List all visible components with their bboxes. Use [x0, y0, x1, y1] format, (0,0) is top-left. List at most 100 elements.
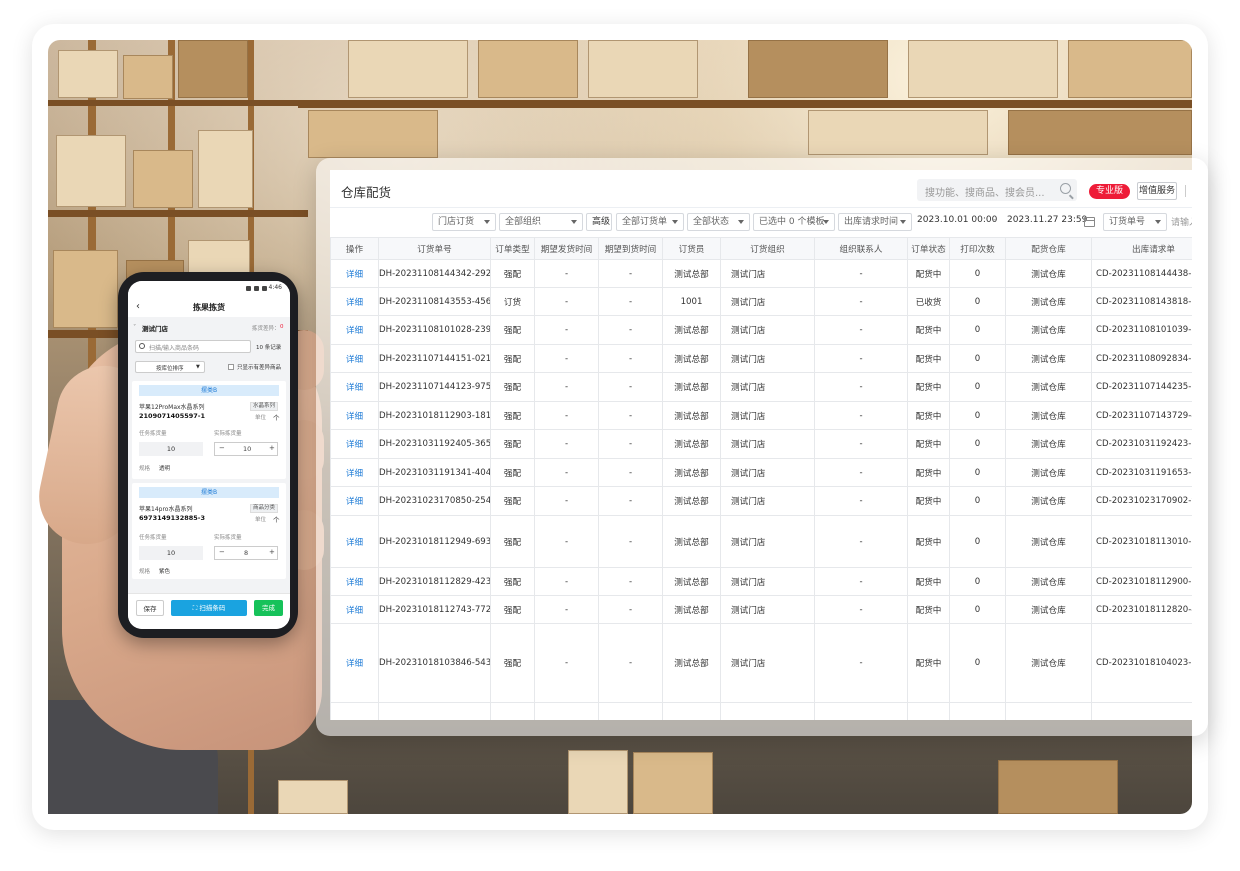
minus-button[interactable]: − [219, 548, 225, 556]
status-select[interactable]: 全部状态 [687, 213, 750, 231]
cell-org: 测试门店 [720, 595, 815, 624]
product-name: 苹果12ProMax水晶系列 [139, 404, 205, 411]
barcode: 2109071405597-1 [139, 412, 206, 420]
only-diff-label: 只显示有差异商品 [237, 365, 282, 371]
cell-no: DH-20231018112743-772 [378, 595, 491, 624]
only-diff-checkbox[interactable] [228, 364, 234, 370]
wifi-icon [246, 286, 251, 291]
cell-status: 配货中 [907, 372, 950, 402]
actual-qty[interactable]: 8 [244, 549, 248, 557]
order-table: 操作 订货单号 订单类型 期望发货时间 期望到货时间 订货员 订货组织 组织联系… [330, 237, 1192, 720]
save-button[interactable]: 保存 [136, 600, 164, 616]
cell-print: 0 [949, 567, 1006, 596]
cell-wh: 测试仓库 [1005, 567, 1092, 596]
plus-button[interactable]: + [269, 444, 275, 452]
template-select[interactable]: 已选中 0 个模板 [753, 213, 835, 231]
cell-print: 0 [949, 623, 1006, 703]
status-time: 4:46 [268, 284, 282, 291]
cell-arrive: - [598, 259, 663, 288]
cell-ship: - [534, 515, 599, 568]
cell-type: 强配 [490, 344, 535, 373]
advanced-button[interactable]: 高级 [586, 213, 612, 231]
org-select[interactable]: 全部组织 [499, 213, 583, 231]
cell-no: DH-20231018112829-423 [378, 567, 491, 596]
scan-barcode-button[interactable]: ⛶ 扫描条码 [171, 600, 247, 616]
plus-button[interactable]: + [269, 548, 275, 556]
zone-tag: 摆类B [139, 487, 279, 498]
status-bar: 4:46 [128, 281, 290, 297]
cell-org: 测试门店 [720, 287, 815, 316]
page-title: 拣果拣货 [193, 303, 225, 312]
detail-link[interactable]: 详细 [346, 383, 363, 393]
collapse-chevron-icon[interactable]: ˅ [133, 323, 136, 331]
table-row: 详细 DH-20231018112903-181 强配 - - 测试总部 测试门店 - 配货中 0… [330, 401, 1192, 430]
table-row: 详细 DH-20231108144342-292 强配 - - 测试总部 测试门店 - 配货中 0… [330, 259, 1192, 288]
cell-req: CD-20231018112900-742 [1091, 567, 1192, 596]
cell-no: DH-20231107144123-975 [378, 372, 491, 402]
zone-tag: 摆类B [139, 385, 279, 396]
cell-org: 测试门店 [720, 623, 815, 703]
request-time-select[interactable]: 出库请求时间 [838, 213, 912, 231]
actual-qty[interactable]: 10 [243, 445, 251, 453]
cell-type: 强配 [490, 259, 535, 288]
cell-ship: - [534, 429, 599, 459]
battery-icon [262, 286, 267, 291]
detail-link[interactable]: 详细 [346, 298, 363, 308]
chevron-down-icon [1155, 220, 1161, 224]
cell-no: DH-20231108101028-239 [378, 315, 491, 345]
cell-print: 0 [949, 287, 1006, 316]
barcode-search-input[interactable]: 扫描/输入商品条码 [135, 340, 251, 353]
cell-wh: 测试仓库 [1005, 315, 1092, 345]
chevron-down-icon [672, 220, 678, 224]
detail-link[interactable]: 详细 [346, 412, 363, 422]
calendar-icon[interactable] [1084, 217, 1095, 227]
detail-link[interactable]: 详细 [346, 355, 363, 365]
table-row: 详细 DH-20231107144151-021 强配 - - 测试总部 测试门店 - 配货中 0… [330, 344, 1192, 373]
cell-ship: - [534, 259, 599, 288]
value-added-button[interactable]: 增值服务 [1137, 182, 1177, 200]
minus-button[interactable]: − [219, 444, 225, 452]
cell-print: 0 [949, 458, 1006, 487]
cell-status: 配货中 [907, 486, 950, 516]
cell-ship: - [534, 623, 599, 703]
cell-wh: 测试仓库 [1005, 458, 1092, 487]
cell-wh: 测试仓库 [1005, 372, 1092, 402]
detail-link[interactable]: 详细 [346, 469, 363, 479]
detail-link[interactable]: 详细 [346, 606, 363, 616]
detail-link[interactable]: 详细 [346, 326, 363, 336]
cell-print: 0 [949, 595, 1006, 624]
cell-clerk: 测试总部 [662, 344, 721, 373]
cell-org: 测试门店 [720, 344, 815, 373]
cell-clerk: 测试总部 [662, 315, 721, 345]
detail-link[interactable]: 详细 [346, 538, 363, 548]
sort-dropdown[interactable]: 按库位排序 ▼ [135, 361, 205, 373]
search-icon[interactable] [1060, 183, 1071, 194]
store-order-select[interactable]: 门店订货 [432, 213, 496, 231]
cell-type: 强配 [490, 515, 535, 568]
table-row: 详细 DH-20231018112743-772 强配 - - 测试总部 测试门店 - 配货中 0… [330, 595, 1192, 624]
cell-status: 配货中 [907, 315, 950, 345]
cell-wh: 测试仓库 [1005, 401, 1092, 430]
detail-link[interactable]: 详细 [346, 270, 363, 280]
done-button[interactable]: 完成 [254, 600, 283, 616]
order-no-input[interactable]: 请输入 [1171, 215, 1192, 228]
cell-clerk: 测试总部 [662, 259, 721, 288]
cell-ship: - [534, 595, 599, 624]
order-select[interactable]: 全部订货单 [616, 213, 684, 231]
date-to[interactable]: 2023.11.27 23:59 [1007, 215, 1087, 225]
cell-contact: - [814, 486, 908, 516]
cell-type: 强配 [490, 486, 535, 516]
global-search-input[interactable]: 搜功能、搜商品、搜会员... [917, 179, 1077, 201]
detail-link[interactable]: 详细 [346, 578, 363, 588]
cell-no: DH-20231107144151-021 [378, 344, 491, 373]
detail-link[interactable]: 详细 [346, 659, 363, 669]
actual-qty-stepper: − 8 + [214, 546, 278, 560]
cell-contact: - [814, 458, 908, 487]
cell-contact: - [814, 287, 908, 316]
order-no-select[interactable]: 订货单号 [1103, 213, 1167, 231]
date-from[interactable]: 2023.10.01 00:00 [917, 215, 997, 225]
cell-arrive: - [598, 595, 663, 624]
detail-link[interactable]: 详细 [346, 497, 363, 507]
detail-link[interactable]: 详细 [346, 440, 363, 450]
chevron-down-icon [571, 220, 577, 224]
